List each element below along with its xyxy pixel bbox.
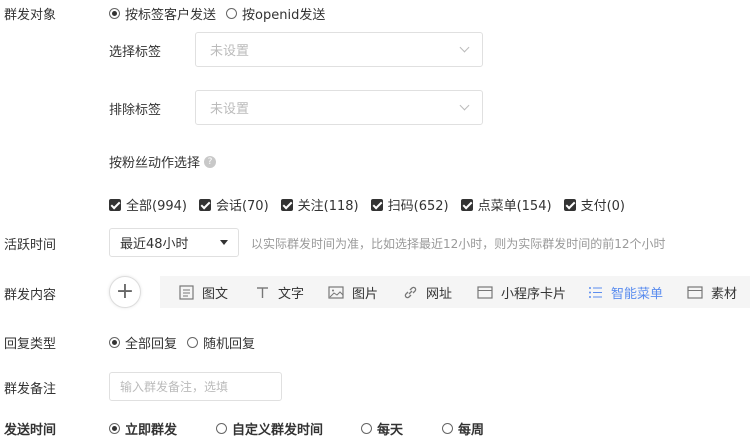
fans-action-label: 按粉丝动作选择 (109, 156, 201, 171)
send-time-radio-group: 立即群发 自定义群发时间 每天 每周 (109, 419, 509, 437)
text-icon (257, 286, 268, 298)
remark-label: 群发备注 (4, 382, 57, 397)
article-icon (179, 284, 194, 300)
send-radio-daily[interactable]: 每天 (361, 419, 403, 437)
fans-action-checkbox-group: 全部(994) 会话(70) 关注(118) 扫码(652) 点菜单(154) … (109, 195, 637, 214)
checkbox-follow[interactable]: 关注(118) (280, 195, 359, 214)
radio-unselected-icon (216, 423, 227, 434)
tool-material[interactable]: 素材 (687, 283, 737, 302)
reply-radio-random[interactable]: 随机回复 (187, 333, 255, 352)
tag-exclude-dropdown[interactable]: 未设置 (195, 90, 483, 125)
target-radio-by-openid[interactable]: 按openid发送 (226, 4, 325, 23)
fans-action-label-row: 按粉丝动作选择 ? (109, 152, 217, 171)
chevron-down-icon (459, 42, 470, 53)
checkbox-checked-icon (280, 198, 293, 211)
material-icon (687, 285, 703, 299)
add-content-button[interactable]: + (109, 276, 141, 308)
smart-menu-icon (589, 286, 602, 298)
tag-exclude-label: 排除标签 (109, 103, 162, 118)
send-radio-weekly[interactable]: 每周 (442, 419, 484, 437)
reply-type-radio-group: 全部回复 随机回复 (109, 333, 265, 352)
checkbox-session[interactable]: 会话(70) (198, 195, 269, 214)
remark-input[interactable]: 输入群发备注，选填 (109, 372, 282, 401)
checkbox-scan[interactable]: 扫码(652) (370, 195, 449, 214)
tag-exclude-placeholder: 未设置 (210, 102, 250, 117)
link-icon (404, 286, 417, 298)
checkbox-checked-icon (109, 198, 121, 211)
checkbox-checked-icon (370, 198, 383, 211)
tool-miniprogram-card[interactable]: 小程序卡片 (477, 283, 566, 302)
target-label: 群发对象 (4, 8, 57, 23)
radio-selected-icon (109, 8, 120, 19)
checkbox-checked-icon (563, 198, 576, 211)
tool-smart-menu[interactable]: 智能菜单 (588, 283, 663, 302)
image-icon (328, 285, 344, 299)
remark-placeholder: 输入群发备注，选填 (120, 380, 229, 394)
active-time-select[interactable]: 最近48小时 (109, 228, 239, 257)
checkbox-checked-icon (460, 198, 473, 211)
tool-article[interactable]: 图文 (179, 283, 228, 302)
radio-unselected-icon (361, 423, 372, 434)
active-time-value: 最近48小时 (120, 237, 189, 252)
checkbox-all[interactable]: 全部(994) (109, 195, 187, 214)
checkbox-checked-icon (198, 198, 211, 211)
reply-radio-all[interactable]: 全部回复 (109, 333, 177, 352)
tag-select-label: 选择标签 (109, 45, 162, 60)
miniprogram-card-icon (477, 285, 493, 299)
checkbox-pay[interactable]: 支付(0) (563, 195, 625, 214)
radio-selected-icon (109, 423, 120, 434)
send-radio-immediate[interactable]: 立即群发 (109, 419, 177, 437)
radio-unselected-icon (442, 423, 453, 434)
tag-select-dropdown[interactable]: 未设置 (195, 32, 483, 67)
tool-link[interactable]: 网址 (403, 283, 452, 302)
radio-unselected-icon (226, 8, 238, 19)
help-icon[interactable]: ? (204, 155, 217, 168)
chevron-down-icon (459, 100, 470, 111)
send-radio-custom-time[interactable]: 自定义群发时间 (216, 419, 323, 437)
tool-image[interactable]: 图片 (328, 283, 378, 302)
plus-icon: + (115, 279, 135, 304)
tag-select-placeholder: 未设置 (210, 44, 250, 59)
radio-selected-icon (109, 337, 120, 348)
reply-type-label: 回复类型 (4, 337, 57, 352)
checkbox-menu-click[interactable]: 点菜单(154) (460, 195, 552, 214)
content-type-toolbar: 图文 文字 图片 网址 小程序卡片 智能菜单 素材 (160, 276, 750, 308)
content-label: 群发内容 (4, 288, 57, 303)
tool-text[interactable]: 文字 (255, 283, 304, 302)
send-time-label: 发送时间 (4, 423, 57, 437)
radio-unselected-icon (187, 337, 199, 348)
caret-down-icon (220, 240, 228, 245)
active-time-hint: 以实际群发时间为准，比如选择最近12小时，则为实际群发时间的前12个小时 (251, 237, 666, 251)
active-time-label: 活跃时间 (4, 238, 57, 253)
target-radio-by-tag[interactable]: 按标签客户发送 (109, 4, 216, 23)
target-radio-group: 按标签客户发送 按openid发送 (109, 4, 335, 23)
